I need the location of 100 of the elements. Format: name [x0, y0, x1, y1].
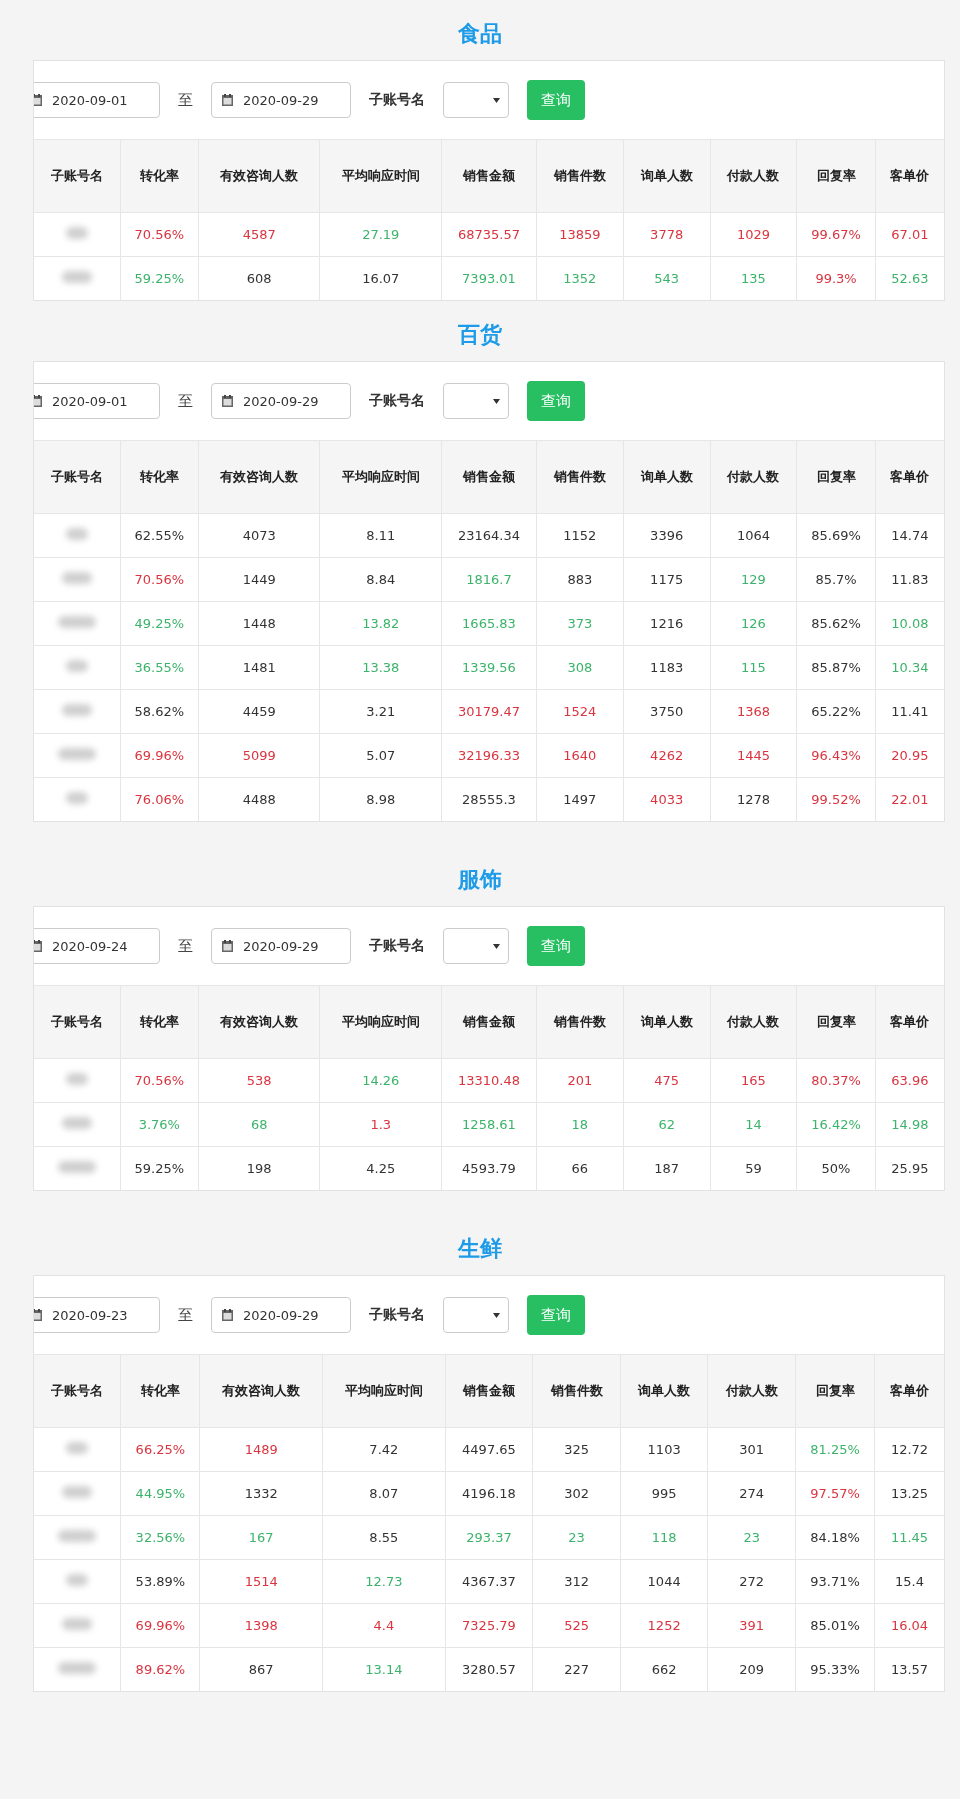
start-date-field[interactable]: 2020-09-23 [34, 1297, 160, 1333]
table-cell: 867 [199, 1647, 323, 1691]
table-cell: 13.38 [319, 645, 442, 690]
section-title: 生鲜 [458, 1235, 502, 1263]
account-select[interactable] [443, 928, 509, 964]
table-cell: 11.41 [875, 689, 944, 734]
table-cell: 4497.65 [445, 1427, 533, 1472]
account-select[interactable] [443, 82, 509, 118]
blurred-name [62, 1486, 93, 1498]
table-cell: 5099 [198, 733, 320, 778]
column-header: 销售金额 [441, 985, 537, 1059]
blurred-name [65, 1073, 88, 1085]
calendar-icon [222, 94, 233, 106]
table-cell: 13.57 [874, 1647, 944, 1691]
table-cell: 7393.01 [441, 256, 537, 300]
table-cell: 85.01% [795, 1603, 875, 1648]
range-separator: 至 [178, 1305, 193, 1325]
table-cell: 28555.3 [441, 777, 537, 821]
table-cell: 27.19 [319, 212, 442, 257]
table-cell: 15.4 [874, 1559, 944, 1604]
start-date-field[interactable]: 2020-09-01 [34, 82, 160, 118]
table-cell: 1514 [199, 1559, 323, 1604]
table-cell: 8.84 [319, 557, 442, 602]
start-date-field[interactable]: 2020-09-24 [34, 928, 160, 964]
column-header: 有效咨询人数 [198, 985, 320, 1059]
section-title: 食品 [458, 20, 502, 48]
table-cell: 1449 [198, 557, 320, 602]
column-header: 询单人数 [620, 1354, 708, 1428]
end-date-field[interactable]: 2020-09-29 [211, 383, 351, 419]
table-cell: 1103 [620, 1427, 708, 1472]
table-cell: 99.52% [796, 777, 876, 821]
table-cell: 187 [623, 1146, 711, 1190]
table-cell: 272 [707, 1559, 796, 1604]
table-cell: 22.01 [875, 777, 944, 821]
table-cell: 97.57% [795, 1471, 875, 1516]
table-cell: 93.71% [795, 1559, 875, 1604]
caret-icon [493, 1312, 500, 1318]
column-header: 回复率 [796, 139, 876, 213]
table-cell: 1339.56 [441, 645, 537, 690]
table-cell: 30179.47 [441, 689, 537, 734]
end-date-field[interactable]: 2020-09-29 [211, 928, 351, 964]
end-date-field[interactable]: 2020-09-29 [211, 82, 351, 118]
table-cell: 475 [623, 1058, 711, 1103]
table-cell: 32.56% [120, 1515, 200, 1560]
account-select[interactable] [443, 383, 509, 419]
table-cell: 1640 [536, 733, 624, 778]
table-cell: 36.55% [120, 645, 199, 690]
table-cell: 118 [620, 1515, 708, 1560]
table-cell: 11.83 [875, 557, 944, 602]
blurred-name [62, 1618, 93, 1630]
blurred-name [57, 1161, 96, 1173]
range-separator: 至 [178, 90, 193, 110]
table-cell: 69.96% [120, 1603, 200, 1648]
column-header: 销售件数 [536, 985, 624, 1059]
table-cell: 995 [620, 1471, 708, 1516]
blurred-name [66, 1574, 89, 1586]
column-header: 询单人数 [623, 985, 711, 1059]
caret-icon [493, 398, 500, 404]
table-cell: 391 [707, 1603, 796, 1648]
table-cell: 89.62% [120, 1647, 200, 1691]
table-cell: 12.72 [874, 1427, 944, 1472]
start-date-field[interactable]: 2020-09-01 [34, 383, 160, 419]
column-header: 有效咨询人数 [198, 139, 320, 213]
column-header: 转化率 [120, 985, 199, 1059]
table-cell: 227 [532, 1647, 621, 1691]
table-cell: 32196.33 [441, 733, 537, 778]
table-cell: 883 [536, 557, 624, 602]
table-cell: 50% [796, 1146, 876, 1190]
table-cell: 129 [710, 557, 797, 602]
table-cell: 302 [532, 1471, 621, 1516]
table-cell: 85.7% [796, 557, 876, 602]
table-cell: 69.96% [120, 733, 199, 778]
blurred-name [65, 528, 88, 540]
table-cell: 62.55% [120, 513, 199, 558]
section-title: 百货 [458, 321, 502, 349]
range-separator: 至 [178, 391, 193, 411]
table-cell: 16.04 [874, 1603, 944, 1648]
table-cell: 65.22% [796, 689, 876, 734]
blurred-name [65, 660, 88, 672]
table-cell: 13.82 [319, 601, 442, 646]
table-cell: 95.33% [795, 1647, 875, 1691]
table-cell: 293.37 [445, 1515, 533, 1560]
table-cell: 8.11 [319, 513, 442, 558]
table-cell: 96.43% [796, 733, 876, 778]
column-header: 子账号名 [34, 1354, 121, 1428]
table-cell: 198 [198, 1146, 320, 1190]
table-cell: 1216 [623, 601, 711, 646]
blurred-name [58, 1530, 97, 1542]
account-select[interactable] [443, 1297, 509, 1333]
table-cell: 12.73 [322, 1559, 446, 1604]
table-cell: 4488 [198, 777, 320, 821]
table-cell: 99.67% [796, 212, 876, 257]
table-cell: 1489 [199, 1427, 323, 1472]
section-title: 服饰 [458, 866, 502, 894]
table-cell: 1064 [710, 513, 797, 558]
column-header: 子账号名 [34, 139, 121, 213]
table-cell: 126 [710, 601, 797, 646]
end-date-field[interactable]: 2020-09-29 [211, 1297, 351, 1333]
column-header: 回复率 [795, 1354, 875, 1428]
column-header: 子账号名 [34, 440, 121, 514]
